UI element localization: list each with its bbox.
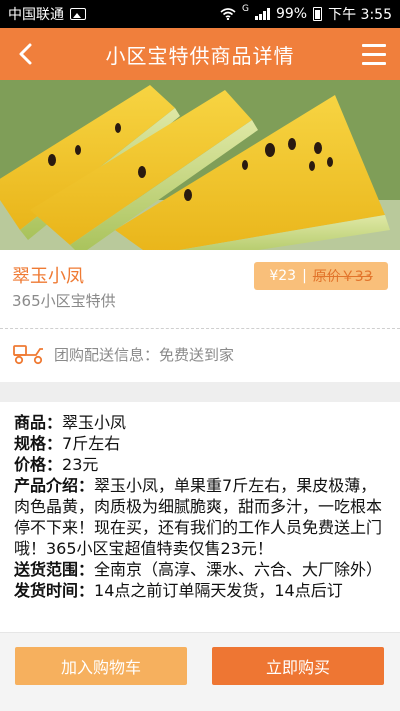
image-notification-icon [70, 8, 86, 20]
carrier-name: 中国联通 [8, 7, 64, 23]
menu-button[interactable] [356, 36, 392, 72]
status-bar-left: 中国联通 [8, 4, 86, 24]
back-button[interactable] [6, 34, 46, 74]
original-price: 原价￥33 [312, 269, 373, 285]
detail-value: 14点之前订单隔天发货，14点后订 [94, 581, 343, 600]
product-details: 商品：翠玉小凤 规格：7斤左右 价格：23元 产品介绍：翠玉小凤，单果重7斤左右… [0, 402, 400, 632]
detail-value: 7斤左右 [62, 434, 121, 453]
detail-label: 产品介绍： [14, 476, 95, 495]
product-name: 翠玉小凤 [12, 266, 84, 287]
product-subtitle: 365小区宝特供 [12, 292, 116, 310]
app-header: 小区宝特供商品详情 [0, 28, 400, 80]
product-info: 翠玉小凤 365小区宝特供 ¥23 | 原价￥33 [0, 250, 400, 328]
delivery-text: 团购配送信息：免费送到家 [54, 345, 235, 364]
status-bar: 中国联通 G 99% 下午 3:55 [0, 0, 400, 28]
detail-label: 送货范围： [14, 560, 95, 579]
delivery-info: 团购配送信息：免费送到家 [0, 330, 400, 378]
battery-icon [313, 7, 323, 21]
detail-product: 商品：翠玉小凤 [14, 412, 386, 433]
clock: 下午 3:55 [328, 7, 392, 23]
detail-value: 全南京（高淳、溧水、六合、大厂除外） [94, 560, 383, 579]
price-separator: | [302, 268, 307, 284]
delivery-scooter-icon [13, 345, 43, 365]
menu-icon-bar [362, 52, 386, 56]
signal-icon [254, 8, 270, 20]
detail-value: 翠玉小凤 [62, 413, 127, 432]
bottom-action-bar: 加入购物车 立即购买 [0, 632, 400, 711]
menu-icon-bar [362, 61, 386, 65]
watermelon-illustration [0, 80, 400, 250]
battery-percent: 99% [275, 6, 308, 22]
current-price: ¥23 [269, 268, 297, 284]
menu-icon-bar [362, 43, 386, 47]
wifi-icon [220, 8, 236, 20]
detail-label: 规格： [14, 434, 63, 453]
add-to-cart-button[interactable]: 加入购物车 [15, 647, 187, 685]
detail-intro: 产品介绍：翠玉小凤，单果重7斤左右，果皮极薄，肉色晶黄，肉质极为细腻脆爽，甜而多… [14, 475, 386, 559]
detail-label: 商品： [14, 413, 63, 432]
buy-now-button[interactable]: 立即购买 [212, 647, 384, 685]
detail-label: 发货时间： [14, 581, 95, 600]
detail-spec: 规格：7斤左右 [14, 433, 386, 454]
detail-range: 送货范围：全南京（高淳、溧水、六合、大厂除外） [14, 559, 386, 580]
product-image [0, 80, 400, 250]
section-separator [0, 382, 400, 402]
dashed-divider [0, 328, 400, 329]
detail-ship: 发货时间：14点之前订单隔天发货，14点后订 [14, 580, 386, 601]
page-title: 小区宝特供商品详情 [105, 43, 295, 68]
detail-value: 23元 [62, 455, 99, 474]
network-type: G [242, 4, 249, 14]
detail-price: 价格：23元 [14, 454, 386, 475]
detail-label: 价格： [14, 455, 63, 474]
status-bar-right: G 99% 下午 3:55 [220, 4, 392, 24]
chevron-left-icon [19, 43, 32, 65]
price-tag: ¥23 | 原价￥33 [254, 262, 388, 290]
